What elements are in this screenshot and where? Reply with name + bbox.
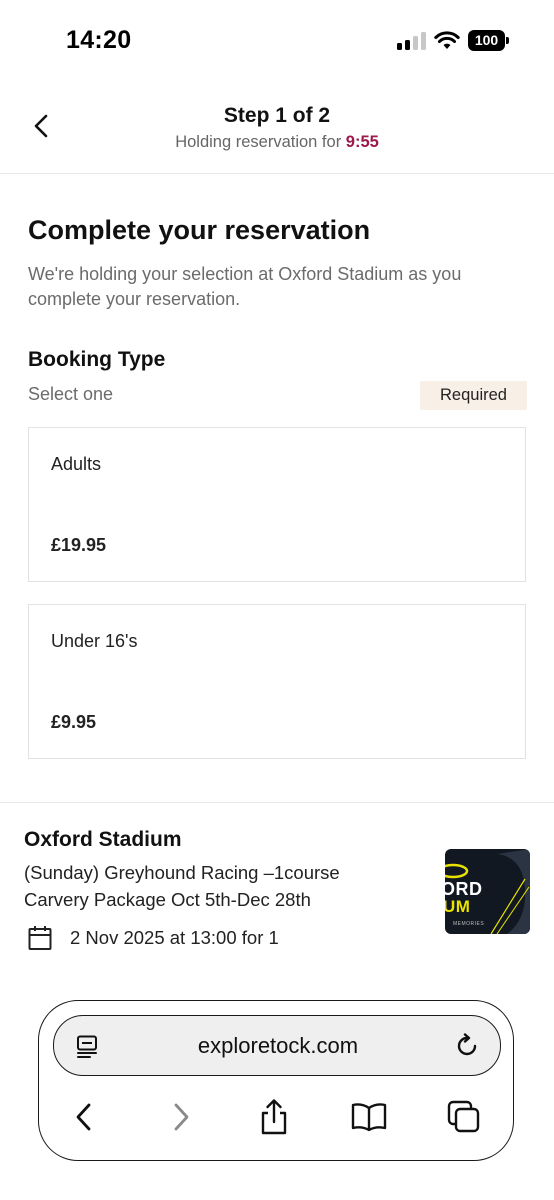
wifi-icon — [434, 31, 460, 49]
event-description: (Sunday) Greyhound Racing –1course Carve… — [24, 862, 340, 910]
checkout-header: Step 1 of 2 Holding reservation for 9:55 — [0, 80, 554, 174]
page-title: Complete your reservation — [28, 215, 371, 245]
url-text: exploretock.com — [197, 1033, 359, 1058]
address-bar[interactable]: exploretock.com — [53, 1015, 501, 1076]
booking-option-under-16s[interactable]: Under 16's £9.95 — [28, 604, 526, 759]
holding-reservation-text: Holding reservation for 9:55 — [0, 133, 554, 152]
holding-prefix: Holding reservation for — [175, 133, 346, 151]
option-price: £19.95 — [51, 535, 107, 555]
reservation-timer: 9:55 — [345, 133, 379, 151]
option-name: Adults — [51, 454, 102, 474]
reservation-summary: Oxford Stadium (Sunday) Greyhound Racing… — [0, 802, 554, 977]
browser-toolbar: exploretock.com — [38, 1000, 514, 1161]
required-badge: Required — [420, 381, 527, 410]
thumbnail-text-3: MEMORIES — [453, 921, 485, 927]
status-bar: 14:20 100 — [0, 0, 554, 80]
event-thumbnail: ORD UM MEMORIES — [445, 849, 530, 934]
option-name: Under 16's — [51, 631, 138, 651]
event-date: 2 Nov 2025 at 13:00 for 1 — [70, 927, 279, 948]
share-icon[interactable] — [254, 1097, 294, 1137]
venue-name: Oxford Stadium — [24, 828, 182, 851]
reload-icon[interactable] — [454, 1033, 480, 1059]
bookmarks-icon[interactable] — [349, 1097, 389, 1137]
status-time: 14:20 — [66, 26, 132, 54]
booking-option-adults[interactable]: Adults £19.95 — [28, 427, 526, 582]
step-indicator: Step 1 of 2 — [223, 104, 331, 127]
thumbnail-text-2: UM — [445, 897, 471, 916]
option-price: £9.95 — [51, 712, 97, 732]
back-arrow-icon[interactable] — [64, 1097, 104, 1137]
cellular-signal-icon — [397, 32, 427, 50]
booking-type-heading: Booking Type — [28, 348, 166, 371]
select-one-hint: Select one — [28, 384, 114, 404]
calendar-icon — [28, 926, 52, 950]
battery-level: 100 — [468, 30, 505, 51]
page-description: We're holding your selection at Oxford S… — [28, 264, 462, 309]
tabs-icon[interactable] — [444, 1097, 484, 1137]
forward-arrow-icon[interactable] — [161, 1097, 201, 1137]
battery-icon: 100 — [468, 30, 510, 51]
